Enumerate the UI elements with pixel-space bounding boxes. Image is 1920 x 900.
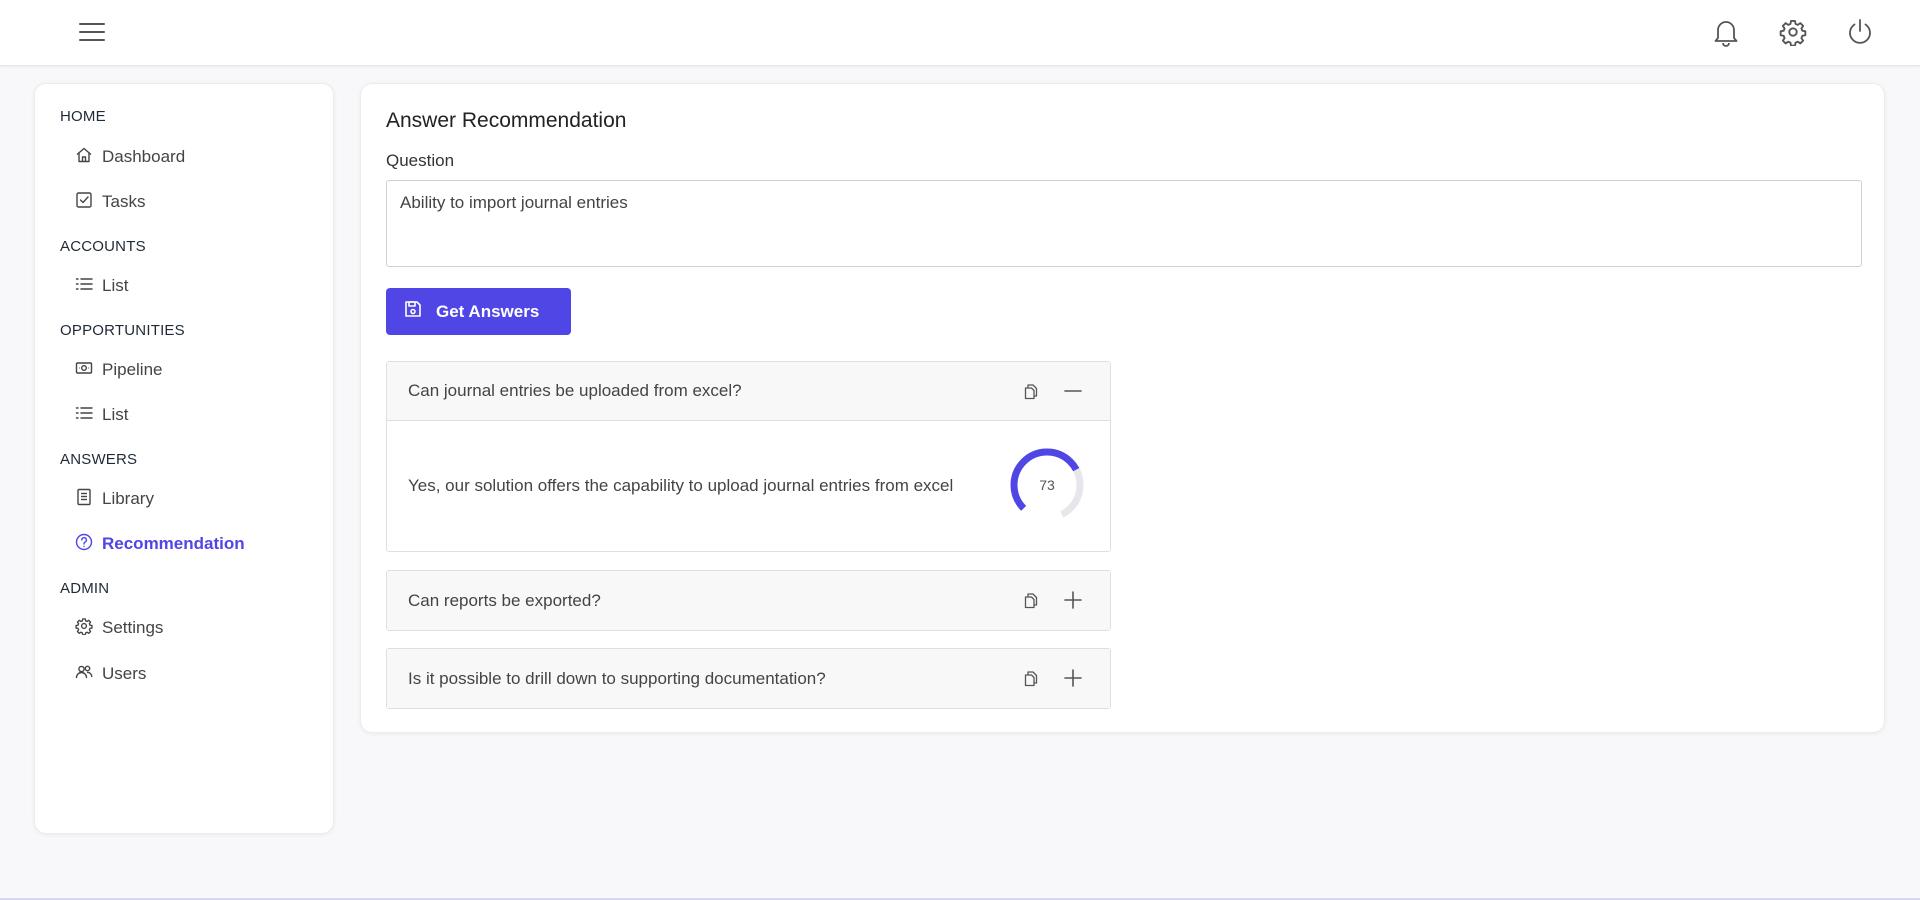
section-title-admin: ADMIN: [60, 580, 110, 597]
accordion-header[interactable]: Is it possible to drill down to supporti…: [387, 649, 1110, 708]
sidebar-item-label: List: [102, 276, 129, 295]
minus-icon[interactable]: [1062, 380, 1084, 402]
answer-text: Yes, our solution offers the capability …: [408, 476, 954, 495]
sidebar-item-settings[interactable]: Settings: [75, 613, 315, 643]
home-icon: [75, 146, 93, 169]
answer-accordion: Can reports be exported?: [386, 570, 1111, 631]
sidebar-item-label: Settings: [102, 618, 164, 637]
question-circle-icon: [75, 533, 93, 556]
sidebar-item-users[interactable]: Users: [75, 659, 315, 689]
answer-accordion: Is it possible to drill down to supporti…: [386, 648, 1111, 709]
list-icon: [75, 275, 93, 298]
accordion-question: Is it possible to drill down to supporti…: [408, 668, 826, 688]
get-answers-label: Get Answers: [436, 301, 540, 321]
checkbox-icon: [75, 191, 93, 214]
book-icon: [75, 488, 93, 511]
list-icon: [75, 404, 93, 427]
sidebar-item-label: Pipeline: [102, 360, 163, 379]
copy-icon[interactable]: [1021, 668, 1041, 688]
sidebar: HOME Dashboard Tasks ACCOUNTS List OPPOR…: [34, 83, 334, 834]
users-icon: [75, 663, 93, 686]
sidebar-item-label: Library: [102, 489, 154, 508]
sidebar-item-dashboard[interactable]: Dashboard: [75, 142, 315, 172]
section-title-opportunities: OPPORTUNITIES: [60, 322, 185, 339]
answer-recommendation-card: Answer Recommendation Question Ability t…: [360, 83, 1885, 733]
question-label: Question: [386, 151, 455, 170]
question-input[interactable]: Ability to import journal entries: [386, 180, 1862, 267]
power-icon[interactable]: [1844, 16, 1876, 48]
bell-icon[interactable]: [1710, 16, 1742, 48]
gear-icon: [75, 617, 93, 640]
accordion-header[interactable]: Can journal entries be uploaded from exc…: [387, 362, 1110, 421]
sidebar-item-label: Tasks: [102, 192, 146, 211]
section-title-home: HOME: [60, 108, 106, 125]
accordion-question: Can journal entries be uploaded from exc…: [408, 381, 742, 400]
sidebar-item-label: Users: [102, 664, 147, 683]
confidence-gauge: 73: [1008, 446, 1086, 524]
money-icon: [75, 359, 93, 382]
sidebar-item-recommendation[interactable]: Recommendation: [75, 529, 315, 559]
sidebar-item-label: Recommendation: [102, 534, 245, 553]
sidebar-item-tasks[interactable]: Tasks: [75, 187, 315, 217]
accordion-body: Yes, our solution offers the capability …: [387, 421, 1110, 551]
confidence-score: 73: [1039, 477, 1055, 493]
plus-icon[interactable]: [1062, 589, 1084, 611]
get-answers-button[interactable]: Get Answers: [386, 288, 571, 335]
gear-icon[interactable]: [1777, 16, 1809, 48]
sidebar-item-label: Dashboard: [102, 147, 186, 166]
sidebar-item-library[interactable]: Library: [75, 484, 315, 514]
section-title-answers: ANSWERS: [60, 451, 138, 468]
sidebar-item-opportunities-list[interactable]: List: [75, 400, 315, 430]
answer-accordion: Can journal entries be uploaded from exc…: [386, 361, 1111, 552]
sidebar-item-label: List: [102, 405, 129, 424]
sidebar-item-pipeline[interactable]: Pipeline: [75, 355, 315, 385]
top-bar: [0, 0, 1920, 66]
accordion-question: Can reports be exported?: [408, 590, 601, 610]
save-icon: [404, 300, 422, 323]
copy-icon[interactable]: [1021, 381, 1041, 401]
plus-icon[interactable]: [1062, 667, 1084, 689]
hamburger-menu-icon[interactable]: [78, 18, 106, 46]
copy-icon[interactable]: [1021, 590, 1041, 610]
sidebar-item-accounts-list[interactable]: List: [75, 271, 315, 301]
section-title-accounts: ACCOUNTS: [60, 238, 146, 255]
accordion-header[interactable]: Can reports be exported?: [387, 571, 1110, 630]
page-title: Answer Recommendation: [386, 109, 627, 132]
